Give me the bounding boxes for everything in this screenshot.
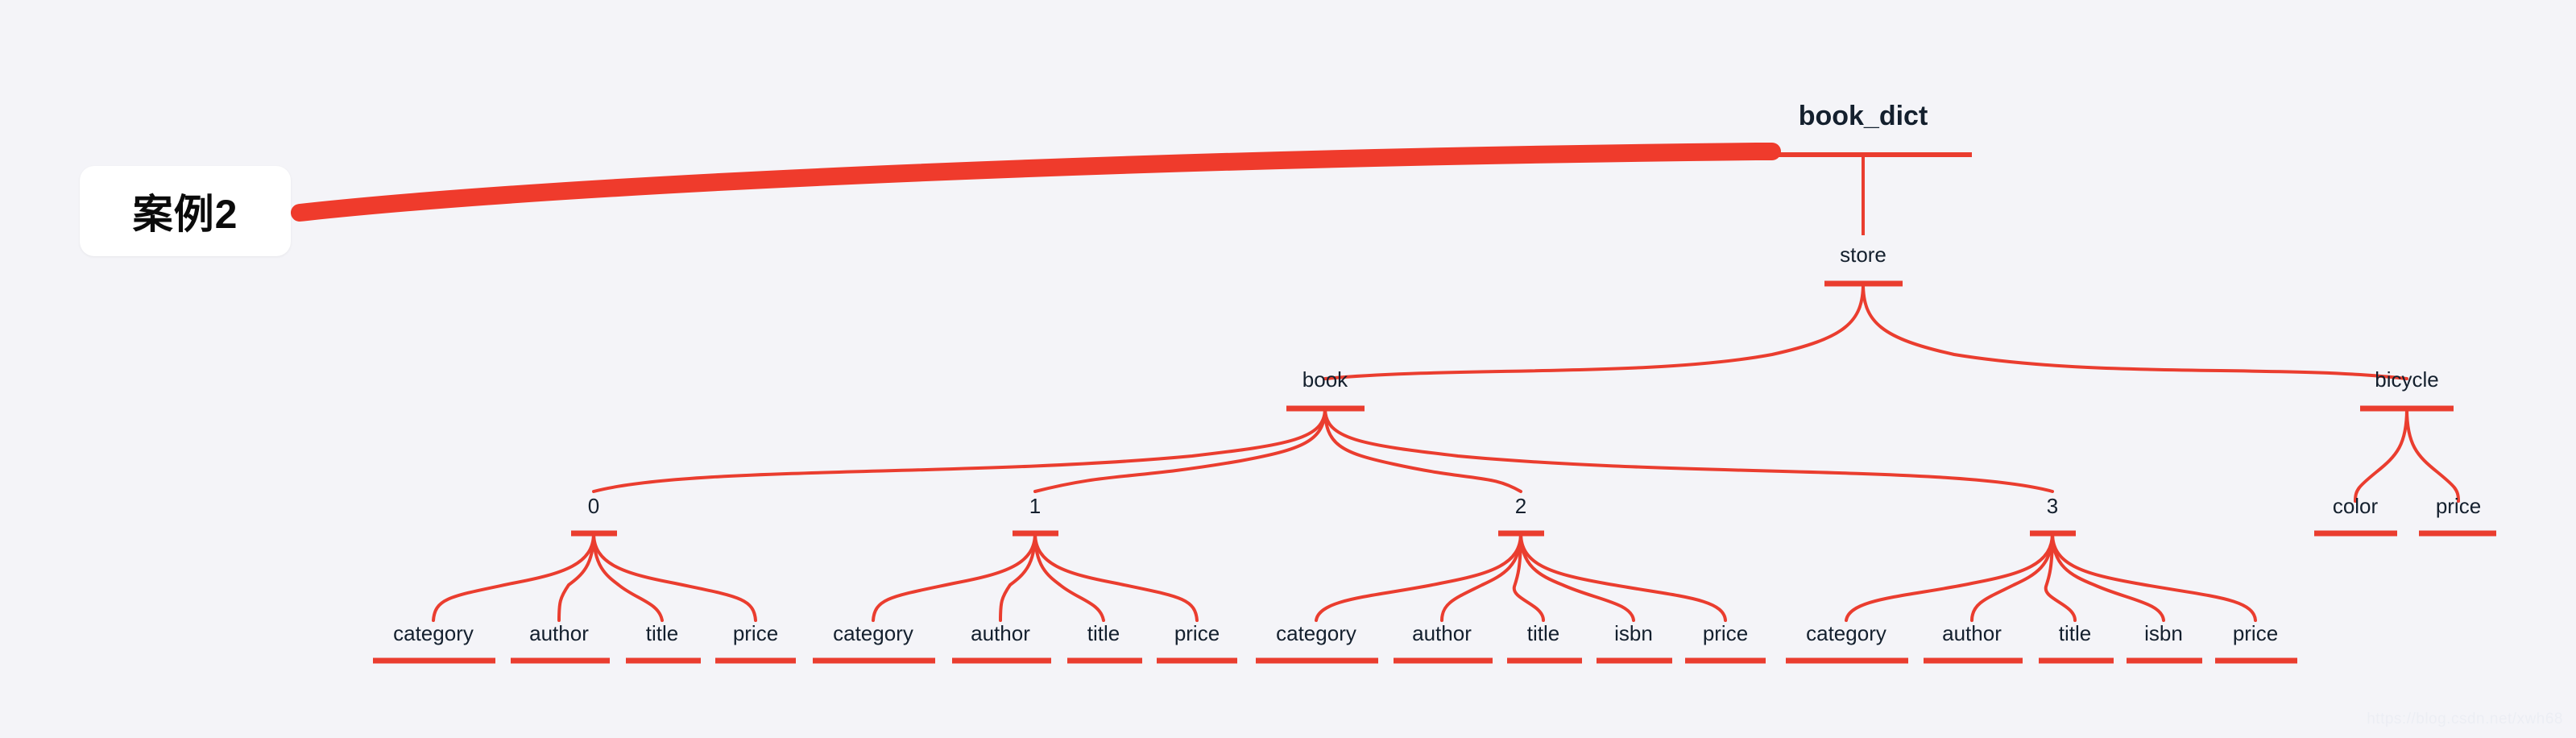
- callout-box-case2: 案例2: [80, 166, 291, 256]
- edge-index0-leaf-0: [432, 532, 595, 622]
- watermark-text: https://blog.csdn.net/xwh68: [2367, 711, 2563, 728]
- edge-index1-leaf-1: [999, 532, 1037, 622]
- node-bicycle-label: bicycle: [2375, 367, 2438, 392]
- leaf-2-title-label: title: [1527, 621, 1559, 645]
- edge-store-bicycle: [1862, 282, 2408, 380]
- node-book-label: book: [1302, 367, 1348, 392]
- leaf-1-category-label: category: [833, 621, 913, 645]
- edge-index1-leaf-3: [1033, 532, 1199, 622]
- leaf-3-title-label: title: [2059, 621, 2091, 645]
- leaf-2-category-label: category: [1276, 621, 1356, 645]
- edge-book-index-0: [592, 407, 1327, 493]
- leaf-0-author-label: author: [529, 621, 589, 645]
- leaf-0-category-label: category: [393, 621, 474, 645]
- leaf-0-price-label: price: [733, 621, 778, 645]
- leaf-3-isbn-label: isbn: [2144, 621, 2183, 645]
- leaf-2-price-label: price: [1703, 621, 1748, 645]
- node-store-label: store: [1840, 243, 1886, 267]
- leaf-3-price-label: price: [2233, 621, 2278, 645]
- edge-index0-leaf-3: [592, 532, 757, 622]
- edge-book-index-3: [1323, 407, 2054, 493]
- node-index-2-label: 2: [1515, 494, 1526, 518]
- callout-label: 案例2: [132, 192, 238, 237]
- node-index-1-label: 1: [1029, 494, 1041, 518]
- leaf-1-title-label: title: [1087, 621, 1120, 645]
- edge-index2-leaf-1: [1440, 532, 1522, 622]
- edge-book-index-1: [1033, 407, 1327, 493]
- node-index-3-label: 3: [2047, 494, 2058, 518]
- node-index-0-label: 0: [588, 494, 599, 518]
- leaf-3-category-label: category: [1806, 621, 1886, 645]
- edge-index1-leaf-0: [872, 532, 1037, 622]
- edge-book-index-2: [1323, 407, 1522, 493]
- edge-index2-leaf-0: [1315, 532, 1522, 622]
- tree-diagram: book_dict store book bicycle 0 1 2 3 col…: [0, 0, 2576, 738]
- node-book-dict-label: book_dict: [1799, 101, 1928, 131]
- leaf-0-title-label: title: [646, 621, 678, 645]
- edge-store-book: [1323, 282, 1865, 380]
- edge-index3-leaf-1: [1970, 532, 2054, 622]
- leaf-3-author-label: author: [1942, 621, 2002, 645]
- edge-bicycle-price: [2405, 407, 2460, 503]
- edge-bicycle-color: [2354, 407, 2408, 503]
- leaf-1-price-label: price: [1174, 621, 1220, 645]
- leaf-1-author-label: author: [971, 621, 1030, 645]
- node-color-label: color: [2333, 494, 2379, 518]
- leaf-2-author-label: author: [1412, 621, 1472, 645]
- edge-index3-leaf-0: [1845, 532, 2054, 622]
- node-bicycle-price-label: price: [2436, 494, 2481, 518]
- edge-index0-leaf-1: [557, 532, 595, 622]
- callout-pointer-line: [291, 143, 1781, 222]
- leaf-2-isbn-label: isbn: [1614, 621, 1653, 645]
- tree-canvas: book_dict store book bicycle 0 1 2 3 col…: [291, 101, 2496, 664]
